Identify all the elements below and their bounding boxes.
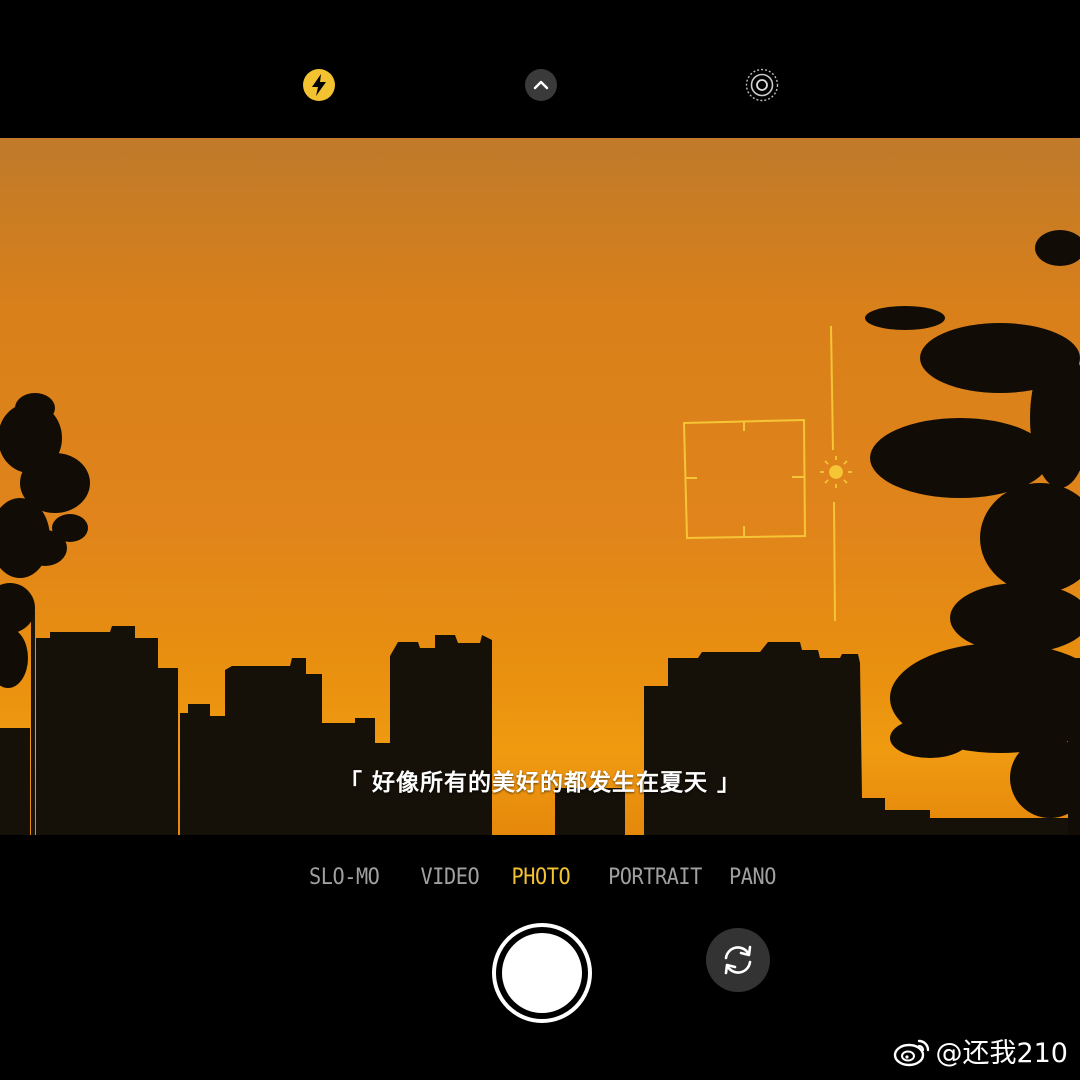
shutter-inner xyxy=(502,933,582,1013)
sunset-scene xyxy=(0,230,1080,835)
watermark-text: @还我210 xyxy=(935,1038,1068,1069)
camera-flip-icon[interactable] xyxy=(706,928,770,992)
mode-portrait[interactable]: PORTRAIT xyxy=(608,865,702,890)
weibo-icon xyxy=(894,1039,930,1066)
sun-icon xyxy=(820,456,852,488)
watermark: @还我210 xyxy=(893,1031,1068,1070)
live-photo-icon[interactable] xyxy=(745,68,779,102)
viewfinder[interactable]: 「 好像所有的美好的都发生在夏天 」 xyxy=(0,138,1080,835)
mode-video[interactable]: VIDEO xyxy=(421,865,480,890)
shutter-button[interactable] xyxy=(492,923,592,1023)
flash-icon[interactable] xyxy=(302,68,336,102)
mode-slo-mo[interactable]: SLO-MO xyxy=(309,865,380,890)
mode-pano[interactable]: PANO xyxy=(729,865,776,890)
mode-photo[interactable]: PHOTO xyxy=(512,865,571,890)
top-bar xyxy=(0,0,1080,138)
focus-box xyxy=(682,325,836,622)
mode-selector: SLO-MO VIDEO PHOTO PORTRAIT PANO xyxy=(0,865,1080,901)
chevron-up-icon[interactable] xyxy=(524,68,558,102)
photo-caption: 「 好像所有的美好的都发生在夏天 」 xyxy=(338,769,741,796)
